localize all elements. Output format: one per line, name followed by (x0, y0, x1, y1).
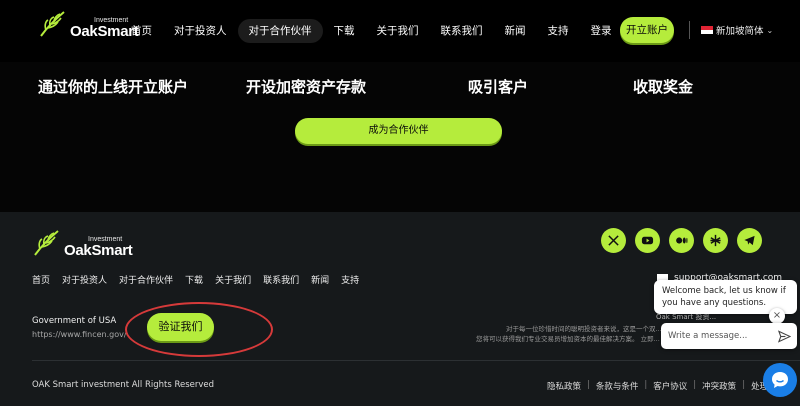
footer-nav-link[interactable]: 支持 (341, 273, 359, 286)
nav-item[interactable]: 关于我们 (366, 19, 430, 43)
nav-item[interactable]: 登录 (580, 19, 623, 43)
oak-leaf-icon (34, 230, 59, 256)
footer-nav-link[interactable]: 关于我们 (215, 273, 251, 286)
footer-brand-logo[interactable]: Investment OakSmart (32, 228, 133, 259)
singapore-flag-icon (701, 26, 713, 34)
chat-launcher-button[interactable] (763, 363, 797, 397)
copyright: OAK Smart investment All Rights Reserved (32, 380, 215, 390)
send-icon[interactable] (775, 327, 793, 345)
nav-item[interactable]: 对于合作伙伴 (237, 19, 323, 43)
gov-url-link[interactable]: https://www.fincen.gov/ (32, 330, 127, 339)
legal-links: 隐私政策|条款与条件|客户协议|冲突政策|处理政策 (547, 380, 785, 392)
nav-item[interactable]: 支持 (537, 19, 580, 43)
language-label: 新加坡简体 (716, 26, 764, 37)
medium-icon[interactable] (669, 228, 694, 253)
footer-nav-link[interactable]: 对于合作伙伴 (119, 273, 173, 286)
footer-divider (32, 360, 800, 361)
language-selector[interactable]: 新加坡简体 ⌄ (701, 23, 773, 37)
open-account-button[interactable]: 开立账户 (620, 17, 674, 43)
linktree-icon[interactable] (703, 228, 728, 253)
x-icon[interactable] (601, 228, 626, 253)
social-links (601, 228, 771, 253)
gov-title: Government of USA (32, 316, 117, 326)
youtube-icon[interactable] (635, 228, 660, 253)
chat-message-box (661, 323, 797, 349)
legal-separator: | (644, 380, 648, 390)
nav-item[interactable]: 对于投资人 (163, 19, 238, 43)
oak-leaf-icon (40, 11, 65, 37)
footer-nav-link[interactable]: 首页 (32, 273, 50, 286)
footer-nav-link[interactable]: 下载 (185, 273, 203, 286)
red-highlight-circle (125, 302, 273, 357)
chat-icon (772, 372, 788, 388)
chevron-down-icon: ⌄ (766, 25, 774, 35)
nav-item[interactable]: 新闻 (494, 19, 537, 43)
nav-item[interactable]: 联系我们 (430, 19, 494, 43)
become-partner-button[interactable]: 成为合作伙伴 (295, 118, 502, 144)
footer-nav-link[interactable]: 新闻 (311, 273, 329, 286)
legal-separator: | (742, 380, 746, 390)
footer-description-line1: 对于每一位珍惜时间的聪明投资者来说，这是一个双... (506, 325, 662, 333)
step-open-account: 通过你的上线开立账户 (38, 78, 189, 96)
telegram-icon[interactable] (737, 228, 762, 253)
footer-description-line2: 您将可以获得我们专业交易员增加资本的最佳解决方案。 立即... (476, 335, 660, 343)
chat-message-input[interactable] (668, 331, 768, 341)
legal-link[interactable]: 冲突政策 (702, 380, 736, 392)
step-bonus: 收取奖金 (633, 78, 694, 96)
legal-separator: | (587, 380, 590, 390)
step-attract-clients: 吸引客户 (468, 78, 529, 96)
top-navbar: Investment OakSmart 首页 对于投资人 对于合作伙伴 下载 关于我们联… (0, 0, 800, 62)
legal-link[interactable]: 客户协议 (653, 380, 687, 392)
main-menu: 首页 对于投资人 对于合作伙伴 下载 关于我们 联系我们 新闻 支持 登录 (120, 18, 623, 44)
nav-item[interactable]: 下载 (323, 19, 366, 43)
legal-link[interactable]: 隐私政策 (547, 380, 581, 392)
footer-menu: 首页 对于投资人 对于合作伙伴 下载 关于我们 联系我们 新闻 支持 (32, 273, 371, 286)
close-icon[interactable]: × (769, 308, 785, 324)
legal-separator: | (693, 380, 697, 390)
legal-link[interactable]: 条款与条件 (596, 380, 639, 392)
footer-nav-link[interactable]: 联系我们 (263, 273, 299, 286)
step-deposit: 开设加密资产存款 (246, 78, 367, 96)
footer-nav-link[interactable]: 对于投资人 (62, 273, 107, 286)
nav-divider (689, 21, 690, 39)
brand-name: OakSmart (64, 242, 133, 259)
nav-item[interactable]: 首页 (120, 19, 163, 43)
